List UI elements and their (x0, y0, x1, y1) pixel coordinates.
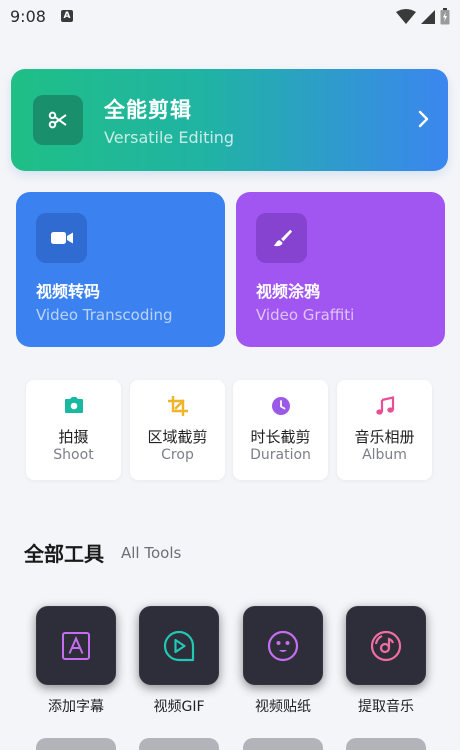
tile-album[interactable]: 音乐相册 Album (337, 380, 432, 480)
tool-label: 视频GIF (153, 699, 205, 715)
banner-subtitle: Versatile Editing (104, 128, 235, 147)
card-icon-box (256, 213, 307, 263)
banner-icon-box (33, 95, 83, 145)
card-title: 视频转码 (36, 282, 101, 301)
versatile-editing-banner[interactable]: 全能剪辑 Versatile Editing (11, 69, 448, 171)
card-subtitle: Video Graffiti (256, 306, 355, 324)
tile-label: 区域截剪 (147, 428, 208, 446)
next-row-tool (139, 738, 219, 750)
chevron-right-icon (418, 110, 429, 128)
tile-sublabel: Album (362, 447, 407, 463)
battery-icon (440, 8, 450, 25)
tile-sublabel: Shoot (53, 447, 94, 463)
video-camera-icon (50, 232, 73, 244)
scissors-icon (48, 111, 67, 129)
tool-extract-music[interactable]: 提取音乐 (346, 606, 426, 716)
tool-label: 提取音乐 (358, 699, 414, 715)
banner-title: 全能剪辑 (104, 98, 192, 122)
tool-icon-box (346, 606, 426, 685)
card-subtitle: Video Transcoding (36, 306, 173, 324)
tile-shoot[interactable]: 拍摄 Shoot (26, 380, 121, 480)
clock-icon (271, 397, 290, 415)
status-time: 9:08 (10, 7, 46, 26)
tile-sublabel: Crop (161, 447, 194, 463)
next-row-tool (243, 738, 323, 750)
tool-icon-box (243, 606, 323, 685)
card-icon-box (36, 213, 87, 263)
status-icons (396, 8, 450, 25)
tool-label: 添加字幕 (48, 699, 104, 715)
music-disc-icon (370, 630, 402, 661)
tile-label: 时长截剪 (250, 428, 311, 446)
signal-icon (421, 9, 435, 24)
card-title: 视频涂鸦 (256, 282, 321, 301)
tool-label: 视频贴纸 (255, 699, 311, 715)
video-transcoding-card[interactable]: 视频转码 Video Transcoding (16, 192, 225, 347)
video-graffiti-card[interactable]: 视频涂鸦 Video Graffiti (236, 192, 445, 347)
tile-crop[interactable]: 区域截剪 Crop (130, 380, 225, 480)
tile-sublabel: Duration (250, 447, 311, 463)
camera-icon (64, 397, 83, 413)
tile-duration[interactable]: 时长截剪 Duration (233, 380, 328, 480)
subtitle-a-icon (62, 631, 90, 660)
section-title: 全部工具 (24, 542, 104, 566)
music-note-icon (375, 396, 394, 415)
section-subtitle: All Tools (121, 544, 182, 562)
tile-label: 拍摄 (58, 428, 89, 446)
brush-icon (273, 229, 292, 247)
notification-badge: A (61, 10, 73, 22)
next-row-tool (36, 738, 116, 750)
tool-video-sticker[interactable]: 视频贴纸 (243, 606, 323, 716)
tile-label: 音乐相册 (354, 428, 415, 446)
next-row-tool (346, 738, 426, 750)
wifi-icon (396, 8, 416, 24)
tool-icon-box (36, 606, 116, 685)
tool-video-gif[interactable]: 视频GIF (139, 606, 219, 716)
status-bar: 9:08 A (0, 0, 460, 34)
tool-icon-box (139, 606, 219, 685)
crop-icon (167, 396, 188, 416)
tool-add-subtitle[interactable]: 添加字幕 (36, 606, 116, 716)
play-circle-icon (163, 630, 195, 661)
smiley-icon (267, 630, 299, 661)
